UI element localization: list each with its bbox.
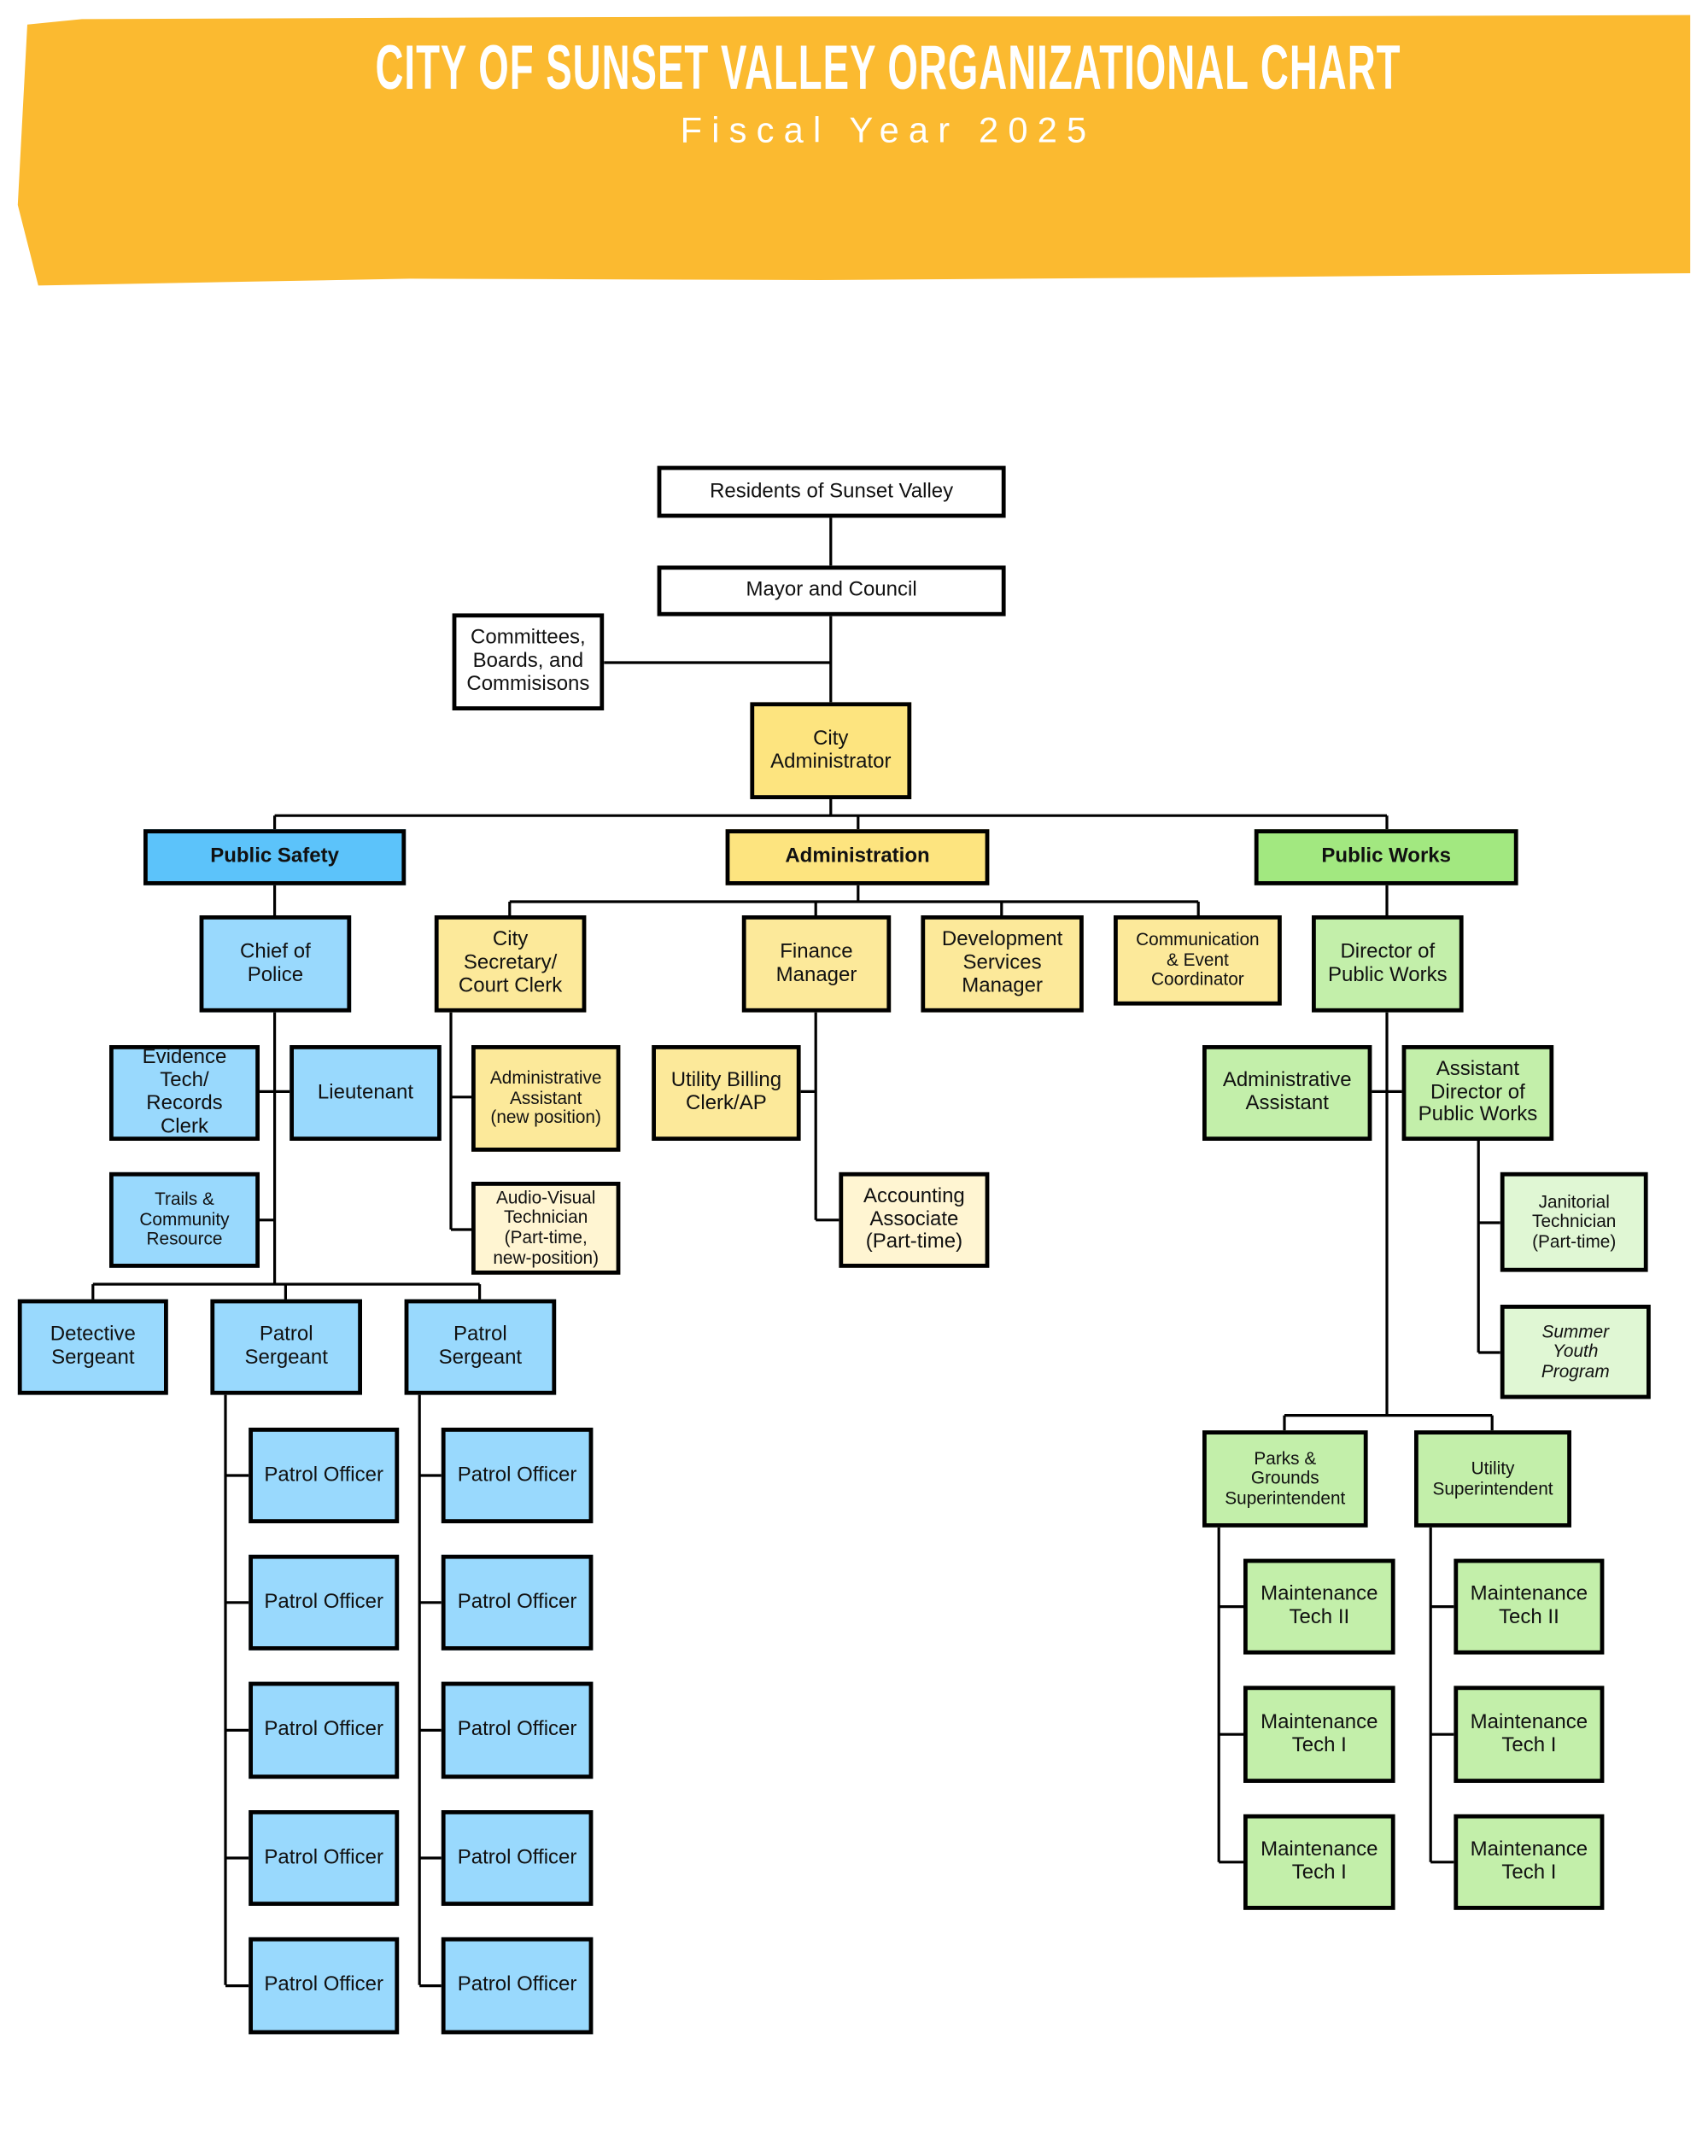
org-box-patrol-sgt-1: Patrol Sergeant [210, 1299, 362, 1395]
org-box-communication: Communication & Event Coordinator [1114, 915, 1282, 1006]
org-box-director-pw: Director of Public Works [1312, 915, 1464, 1013]
org-box-patrol-officers-1-0: Patrol Officer [249, 1428, 400, 1523]
org-box-patrol-officers-2-2: Patrol Officer [441, 1681, 594, 1779]
org-box-patrol-officers-2-4: Patrol Officer [441, 1937, 594, 2035]
org-box-public-works: Public Works [1254, 829, 1518, 885]
org-box-maint-parks-1: Maintenance Tech I [1243, 1686, 1395, 1783]
org-box-chief: Chief of Police [199, 915, 352, 1013]
org-box-dev-services: Development Services Manager [921, 915, 1084, 1013]
org-box-maint-utility-1: Maintenance Tech I [1454, 1686, 1605, 1783]
org-chart: CITY OF SUNSET VALLEY ORGANIZATIONAL CHA… [0, 0, 1708, 2156]
org-box-admin-assistant-pw: Administrative Assistant [1202, 1045, 1372, 1141]
org-box-trails: Trails & Community Resource [109, 1171, 260, 1268]
org-box-av-tech: Audio-Visual Technician (Part-time, new-… [471, 1182, 621, 1275]
org-box-maint-parks-2: Maintenance Tech I [1243, 1814, 1395, 1910]
org-box-maint-parks-0: Maintenance Tech II [1243, 1558, 1395, 1655]
org-box-patrol-officers-1-3: Patrol Officer [249, 1810, 400, 1906]
org-box-accounting: Accounting Associate (Part-time) [839, 1171, 990, 1268]
org-box-evidence: Evidence Tech/ Records Clerk [109, 1045, 260, 1141]
org-box-asst-director: Assistant Director of Public Works [1401, 1045, 1554, 1141]
org-box-utility-billing: Utility Billing Clerk/AP [652, 1045, 801, 1141]
org-box-maint-utility-2: Maintenance Tech I [1454, 1814, 1605, 1910]
org-box-patrol-officers-1-4: Patrol Officer [249, 1937, 400, 2035]
org-box-city-admin: City Administrator [750, 702, 912, 799]
org-box-patrol-officers-2-0: Patrol Officer [441, 1428, 594, 1523]
org-box-administration: Administration [725, 829, 990, 885]
org-box-public-safety: Public Safety [143, 829, 407, 885]
org-box-summer-youth: Summer Youth Program [1500, 1305, 1651, 1399]
org-box-committees: Committees, Boards, and Commisisons [452, 613, 605, 710]
org-box-detective: Detective Sergeant [17, 1299, 168, 1395]
org-box-utility-sup: Utility Superintendent [1414, 1430, 1571, 1528]
org-box-patrol-sgt-2: Patrol Sergeant [404, 1299, 557, 1395]
org-box-patrol-officers-1-1: Patrol Officer [249, 1554, 400, 1651]
org-box-parks: Parks & Grounds Superintendent [1202, 1430, 1368, 1528]
org-box-patrol-officers-2-3: Patrol Officer [441, 1810, 594, 1906]
org-box-residents: Residents of Sunset Valley [657, 465, 1006, 518]
org-box-maint-utility-0: Maintenance Tech II [1454, 1558, 1605, 1655]
org-box-patrol-officers-2-1: Patrol Officer [441, 1554, 594, 1651]
org-box-city-secretary: City Secretary/ Court Clerk [434, 915, 587, 1013]
org-box-admin-assistant-new: Administrative Assistant (new position) [471, 1045, 621, 1152]
org-box-janitorial: Janitorial Technician (Part-time) [1500, 1171, 1648, 1272]
org-box-mayor: Mayor and Council [657, 565, 1006, 616]
org-box-finance: Finance Manager [741, 915, 892, 1013]
org-box-lieutenant: Lieutenant [290, 1045, 442, 1141]
org-box-patrol-officers-1-2: Patrol Officer [249, 1681, 400, 1779]
